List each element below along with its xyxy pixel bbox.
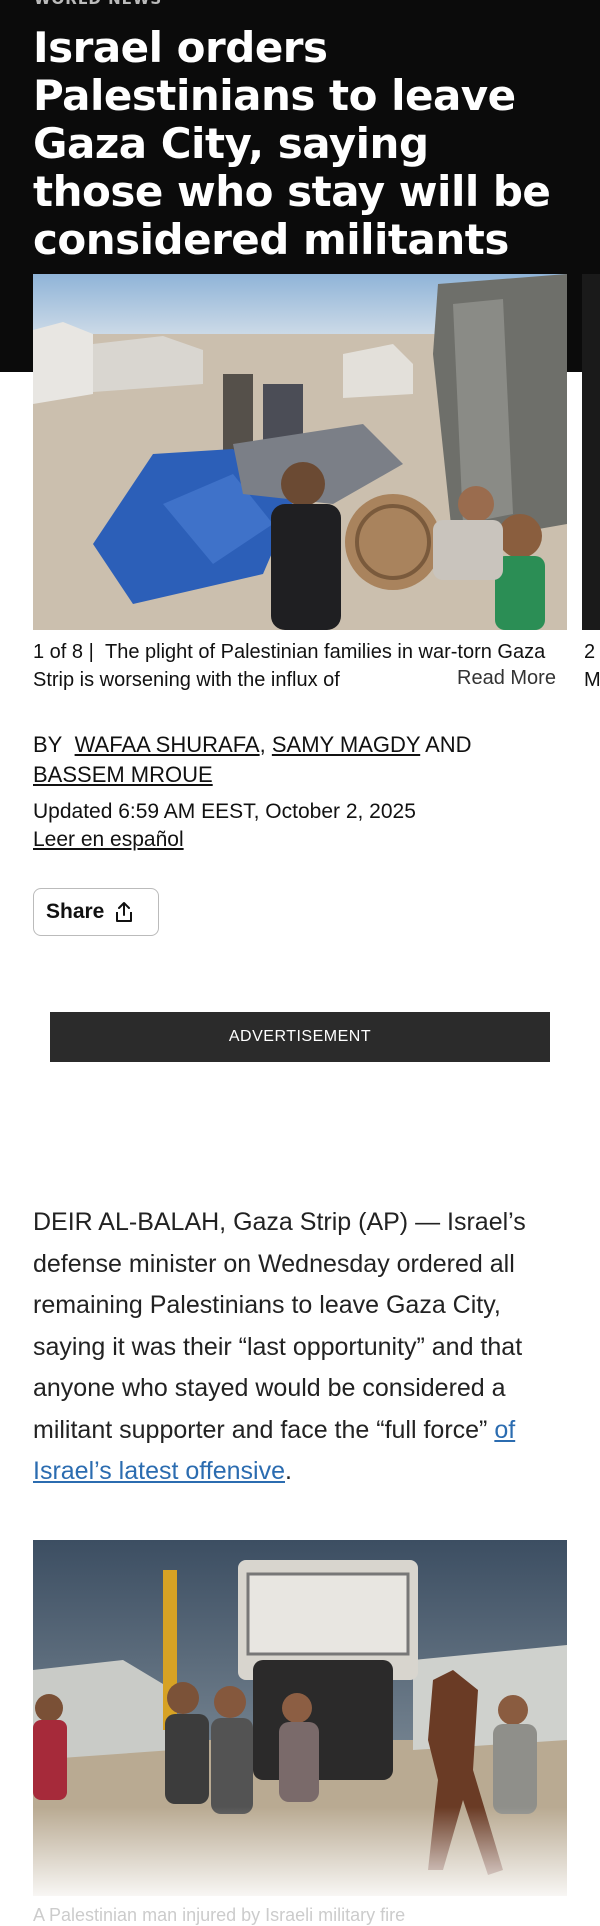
- article-lead-paragraph: DEIR AL-BALAH, Gaza Strip (AP) — Israel’…: [33, 1202, 573, 1493]
- slide-counter: 1 of 8 |: [33, 641, 94, 663]
- photo-carousel[interactable]: 1 of 8 | The plight of Palestinian famil…: [0, 274, 600, 694]
- author-link[interactable]: BASSEM MROUE: [33, 762, 213, 787]
- next-slide-counter: 2: [584, 641, 596, 663]
- byline-and: AND: [425, 732, 472, 757]
- advertisement-banner[interactable]: ADVERTISEMENT: [50, 1012, 550, 1062]
- author-link[interactable]: SAMY MAGDY: [272, 732, 420, 757]
- share-label: Share: [46, 900, 105, 923]
- next-slide-peek[interactable]: [582, 274, 600, 630]
- updated-timestamp: Updated 6:59 AM EEST, October 2, 2025: [33, 800, 416, 823]
- displaced-family-photo: [33, 274, 567, 630]
- injured-man-photo: [33, 1540, 567, 1896]
- next-caption-start: M: [584, 669, 600, 691]
- share-icon: [116, 902, 133, 922]
- spanish-version-link[interactable]: Leer en español: [33, 826, 184, 854]
- carousel-photo[interactable]: [33, 274, 567, 630]
- read-more-link[interactable]: Read More: [451, 667, 556, 690]
- section-tag[interactable]: WORLD NEWS: [34, 0, 162, 8]
- next-caption: 2 M: [584, 638, 600, 694]
- article-photo[interactable]: [33, 1540, 567, 1896]
- author-link[interactable]: WAFAA SHURAFA: [75, 732, 260, 757]
- photo-caption: A Palestinian man injured by Israeli mil…: [33, 1905, 406, 1925]
- article-headline: Israel orders Palestinians to leave Gaza…: [33, 23, 551, 264]
- lead-text: DEIR AL-BALAH, Gaza Strip (AP) — Israel’…: [33, 1208, 526, 1444]
- byline: BY WAFAA SHURAFA, SAMY MAGDY AND BASSEM …: [33, 730, 553, 790]
- byline-prefix: BY: [33, 732, 63, 757]
- lead-end: .: [285, 1457, 292, 1485]
- byline-separator: ,: [259, 732, 266, 757]
- share-button[interactable]: Share: [33, 888, 159, 936]
